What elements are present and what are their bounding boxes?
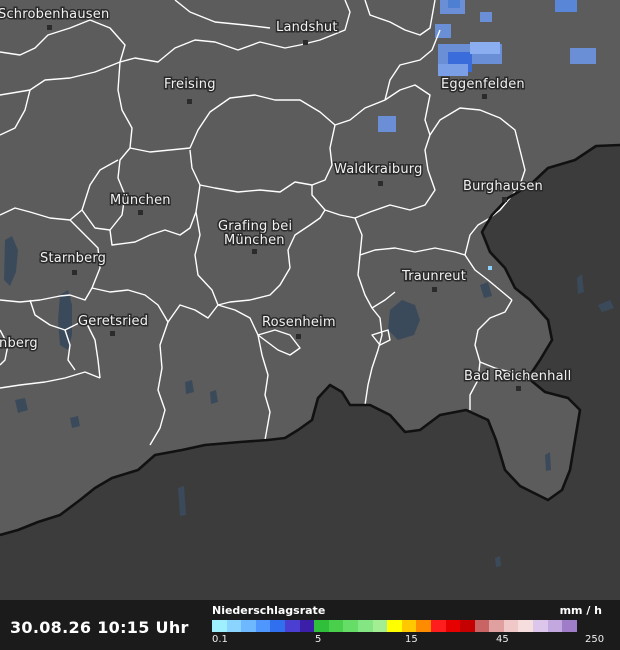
city-label-traunreut: Traunreut [401, 269, 466, 284]
legend-swatch [489, 620, 504, 632]
city-label-bad-reichenhall: Bad Reichenhall [464, 369, 571, 384]
legend-swatch [328, 620, 344, 632]
legend-swatch [401, 620, 417, 632]
legend-swatch [474, 620, 490, 632]
legend-swatch [270, 620, 285, 632]
legend-swatch [255, 620, 271, 632]
legend-swatch [430, 620, 446, 632]
legend-swatch [547, 620, 563, 632]
city-label-weilheim-partial: nberg [0, 336, 38, 351]
city-label-grafing-line2: München [224, 233, 285, 248]
legend-swatch [460, 620, 475, 632]
city-label-geretsried: Geretsried [78, 314, 148, 329]
map-svg: Schrobenhausen Landshut Freising Eggenfe… [0, 0, 620, 600]
legend-swatch [357, 620, 373, 632]
city-label-freising: Freising [164, 77, 216, 92]
legend-swatch [241, 620, 256, 632]
legend-swatch [372, 620, 388, 632]
legend-swatch [314, 620, 329, 632]
legend-swatch [284, 620, 300, 632]
legend-tick-4: 250 [585, 634, 605, 645]
legend-swatch [416, 620, 431, 632]
city-label-landshut: Landshut [276, 20, 338, 35]
legend-swatch [562, 620, 577, 632]
legend-swatch [518, 620, 534, 632]
legend-swatch [387, 620, 402, 632]
legend-title: Niederschlagsrate [212, 604, 326, 617]
legend-swatch [299, 620, 315, 632]
city-label-grafing: Grafing bei [218, 219, 292, 234]
legend-swatch [503, 620, 519, 632]
legend-color-scale [212, 620, 577, 632]
city-label-eggenfelden: Eggenfelden [441, 77, 525, 92]
radar-map[interactable]: Schrobenhausen Landshut Freising Eggenfe… [0, 0, 620, 600]
footer-bar: 30.08.26 10:15 Uhr Niederschlagsrate mm … [0, 600, 620, 650]
city-label-starnberg: Starnberg [40, 251, 106, 266]
legend-tick-0: 0.1 [212, 634, 228, 645]
city-label-schrobenhausen: Schrobenhausen [0, 7, 109, 22]
radar-timestamp: 30.08.26 10:15 Uhr [10, 618, 189, 637]
city-label-muenchen: München [110, 193, 171, 208]
legend-swatch [226, 620, 242, 632]
legend-tick-1: 5 [315, 634, 322, 645]
city-label-waldkraiburg: Waldkraiburg [334, 162, 423, 177]
legend-tick-3: 45 [496, 634, 509, 645]
legend-unit: mm / h [559, 604, 602, 617]
legend-swatch [212, 620, 227, 632]
legend-tick-2: 15 [405, 634, 418, 645]
legend-swatch [445, 620, 461, 632]
legend-swatch [343, 620, 358, 632]
city-label-burghausen: Burghausen [463, 179, 543, 194]
legend-swatch [533, 620, 548, 632]
city-label-rosenheim: Rosenheim [262, 315, 336, 330]
